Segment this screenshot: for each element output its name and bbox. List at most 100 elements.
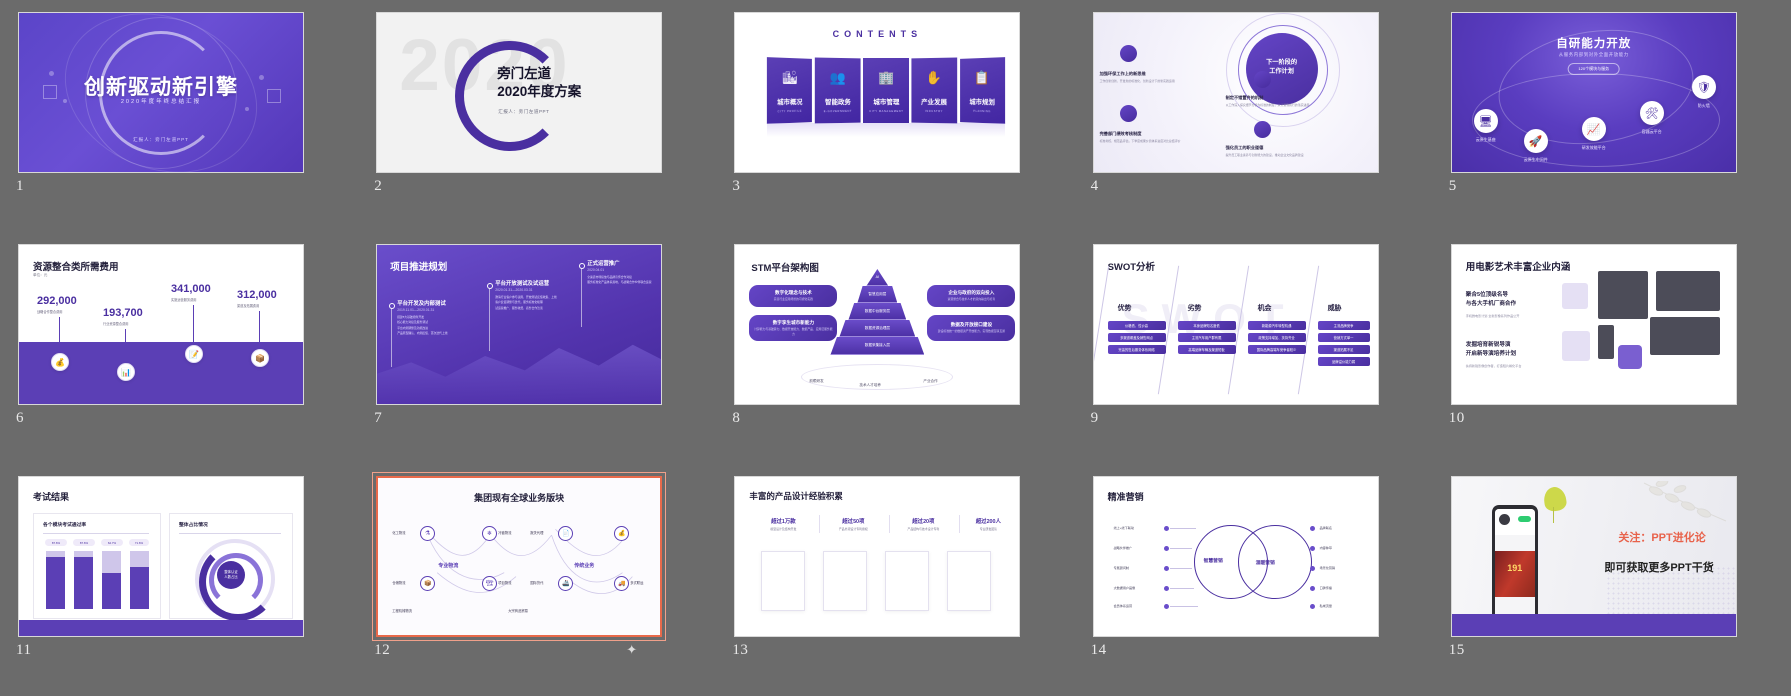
pyramid-tier-3: 数据中台服务层: [848, 303, 907, 320]
circle-label-right: 温暖营销: [1255, 561, 1275, 566]
slide-thumbnail-14[interactable]: 精准营销 智慧营销 温暖营销 线上+线下联动 战略伙伴推广 专属顾问制 大数据用…: [1092, 476, 1379, 637]
slide-number: 12: [374, 642, 391, 658]
pyramid-tier-5: 数据采集接入层: [830, 337, 925, 355]
quadrant-item: 渠道拓展不足: [1317, 345, 1370, 354]
slide-cell-13[interactable]: 丰富的产品设计经验积累 超过1万款 模型设计及结构开发 超过50项 产品外观设计…: [716, 464, 1074, 696]
slide-sorter-grid[interactable]: 创新驱动新引擎 2020年度年终总结汇报 汇报人：旁门左道PPT 1 2020 …: [0, 0, 1791, 696]
slide-cell-5[interactable]: 自研能力开放 从服务内部到对外全面开放能力 120个模块与服务 🖥 云原生基座 …: [1433, 0, 1791, 232]
stat-divider: [819, 515, 821, 533]
certificate-image: [947, 551, 992, 611]
slide-thumbnail-15[interactable]: 191 关注：PPT进化论 即可获取更多PPT干货: [1450, 476, 1737, 637]
card-title-1: 各个模块考试通过率: [43, 523, 87, 528]
node-badge-02: [1253, 71, 1271, 88]
slide-cell-6[interactable]: 资源整合类所需费用 单位：元 292,000 战略合作整合费用 💰 193,70…: [0, 232, 358, 464]
left-label-1: 线上+线下联动: [1113, 526, 1134, 530]
stat-value-4: 超过200人: [975, 519, 1001, 525]
slide-cell-12[interactable]: 集团现有全球业务版块 化工物流 ⚗ ❄ 冷链物流 报关代理 📄 专业物流 传统业…: [358, 464, 716, 696]
left-dot-2: [1163, 546, 1169, 551]
quadrant-item: 新能源汽车转型机遇: [1247, 321, 1306, 330]
slide-number: 1: [16, 178, 24, 194]
slide-number: 10: [1448, 410, 1465, 426]
pin-icon-2: 📊: [117, 363, 135, 381]
slide-cell-2[interactable]: 2020 旁门左道 2020年度方案 汇报人：旁门左道PPT 2: [358, 0, 716, 232]
node-heading-04: 强化员工的职业道德: [1225, 145, 1264, 150]
slide-title: STM平台架构图: [751, 263, 819, 274]
slide-number: 13: [732, 642, 749, 658]
slide-number: 9: [1090, 410, 1099, 426]
node-label-8: 大宗商品贸易: [508, 609, 528, 613]
orb-label-2: 云原生中间件: [1523, 157, 1548, 162]
slide-thumbnail-7[interactable]: 项目推进规划 平台开发及内部测试 2019.11.01—2020.01.31 搭…: [376, 244, 663, 405]
left-label-5: 会员体系运营: [1113, 604, 1133, 608]
slide-thumbnail-6[interactable]: 资源整合类所需费用 单位：元 292,000 战略合作整合费用 💰 193,70…: [18, 244, 304, 405]
slide-cell-14[interactable]: 精准营销 智慧营销 温暖营销 线上+线下联动 战略伙伴推广 专属顾问制 大数据用…: [1075, 464, 1433, 696]
slide-title: 精准营销: [1107, 492, 1144, 502]
avatar: [1498, 514, 1510, 525]
card-rule-2: [179, 533, 281, 534]
leaf-icon: [1542, 485, 1568, 513]
node-badge-04: [1253, 121, 1271, 138]
slide-number: 3: [732, 178, 741, 194]
decor-swatch: [1561, 331, 1590, 361]
slide-cell-4[interactable]: 下一阶段的 工作计划 加强环保工作上的新思维 工作创新创新，开发新的标准化，创新…: [1075, 0, 1433, 232]
value-caption-3: 实施运营服务费用: [171, 298, 197, 302]
left-line-4: [1169, 588, 1194, 589]
slide-title: 丰富的产品设计经验积累: [749, 491, 843, 501]
slide-thumbnail-2[interactable]: 2020 旁门左道 2020年度方案 汇报人：旁门左道PPT: [376, 12, 663, 173]
slide-thumbnail-1[interactable]: 创新驱动新引擎 2020年度年终总结汇报 汇报人：旁门左道PPT: [18, 12, 304, 173]
milestone-marker-3: [579, 263, 586, 269]
milestone-2: 平台开放测试及试运营 2020.01.31—2020.03.31 邀请行业客户参…: [495, 281, 557, 310]
card-rule-1: [43, 533, 149, 534]
slide-thumbnail-12[interactable]: 集团现有全球业务版块 化工物流 ⚗ ❄ 冷链物流 报关代理 📄 专业物流 传统业…: [376, 476, 663, 637]
slide-thumbnail-5[interactable]: 自研能力开放 从服务内部到对外全面开放能力 120个模块与服务 🖥 云原生基座 …: [1450, 12, 1737, 173]
node-label-3: 报关代理: [530, 531, 544, 535]
slide-thumbnail-11[interactable]: 考试结果 各个模块考试通过率 87.6% 87.6% 62.7% 71.6% 整…: [18, 476, 304, 637]
slide-number: 14: [1090, 642, 1107, 658]
milestone-marker-2: [487, 283, 494, 289]
slide-cell-8[interactable]: STM平台架构图 数字化理念与技术 完善行业应用场景的可视化实践 数字孪生城市新能…: [716, 232, 1074, 464]
pyramid-tier-4: 数据资源治理层: [839, 320, 916, 337]
node-badge-03: [1119, 105, 1137, 122]
content-panel-1: 🏙 城市概况 CITY PROFILE: [767, 57, 813, 124]
right-dot-3: [1309, 566, 1315, 571]
base-label-1: 前瞻研发: [809, 379, 824, 383]
milestone-marker-1: [389, 303, 396, 309]
pct-label-2: 87.6%: [73, 539, 95, 546]
slide-cell-1[interactable]: 创新驱动新引擎 2020年度年终总结汇报 汇报人：旁门左道PPT 1: [0, 0, 358, 232]
slide-thumbnail-8[interactable]: STM平台架构图 数字化理念与技术 完善行业应用场景的可视化实践 数字孪生城市新能…: [734, 244, 1021, 405]
slide-thumbnail-4[interactable]: 下一阶段的 工作计划 加强环保工作上的新思维 工作创新创新，开发新的标准化，创新…: [1092, 12, 1379, 173]
slide-title: 资源整合类所需费用: [33, 262, 119, 273]
animation-star-icon[interactable]: ✦: [626, 642, 637, 658]
slide-cell-7[interactable]: 项目推进规划 平台开发及内部测试 2019.11.01—2020.01.31 搭…: [358, 232, 716, 464]
node-label-5: 项目物流: [498, 581, 512, 585]
slide-number: 5: [1448, 178, 1457, 194]
pyramid-tier-1: AI: [866, 269, 889, 286]
left-line-3: [1169, 568, 1192, 569]
node-label-7: 工程机械物流: [392, 609, 412, 613]
slide-thumbnail-3[interactable]: CONTENTS 🏙 城市概况 CITY PROFILE 👥 智能政务 E-GO…: [734, 12, 1021, 173]
city-icon: 🏙: [782, 69, 799, 86]
slide-cell-3[interactable]: CONTENTS 🏙 城市概况 CITY PROFILE 👥 智能政务 E-GO…: [716, 0, 1074, 232]
slide-cell-11[interactable]: 考试结果 各个模块考试通过率 87.6% 87.6% 62.7% 71.6% 整…: [0, 464, 358, 696]
node-label-6: 国际货代: [530, 581, 544, 585]
slide-cell-15[interactable]: 191 关注：PPT进化论 即可获取更多PPT干货 15: [1433, 464, 1791, 696]
promo-number: 191: [1507, 563, 1523, 573]
container-icon: 🛠: [1639, 101, 1664, 125]
portrait-photo: [1597, 271, 1648, 319]
slide-thumbnail-9[interactable]: SWOT SWOT分析 优势 价格低、性价高 多渠道覆盖及销售网点 完善的售后服…: [1092, 244, 1379, 405]
node-body-02: 以工作深入探究细节分析为标准的制度，从计划到执行的落实进展: [1225, 103, 1310, 107]
slide-subtitle: 2020年度年终总结汇报: [120, 99, 202, 105]
orb-label-4: 容器云平台: [1641, 129, 1662, 134]
slide-thumbnail-10[interactable]: 用电影艺术丰富企业内涵 聚合5位顶级名导 与各大手机厂商合作 手机微电影计划·全…: [1450, 244, 1737, 405]
milestone-line-3: [581, 269, 583, 327]
left-label-2: 战略伙伴推广: [1113, 546, 1133, 550]
slide-cell-9[interactable]: SWOT SWOT分析 优势 价格低、性价高 多渠道覆盖及销售网点 完善的售后服…: [1075, 232, 1433, 464]
stem-4: [259, 311, 260, 351]
node-heading-03: 完善部门绩效考核制度: [1099, 131, 1142, 136]
slide-cell-10[interactable]: 用电影艺术丰富企业内涵 聚合5位顶级名导 与各大手机厂商合作 手机微电影计划·全…: [1433, 232, 1791, 464]
quadrant-heading-3: 机会: [1257, 305, 1272, 312]
slide-thumbnail-13[interactable]: 丰富的产品设计经验积累 超过1万款 模型设计及结构开发 超过50项 产品外观设计…: [734, 476, 1021, 637]
slide-footer-band: [1451, 614, 1736, 636]
panel-reflection: [767, 123, 1006, 137]
stem-1: [59, 317, 60, 355]
